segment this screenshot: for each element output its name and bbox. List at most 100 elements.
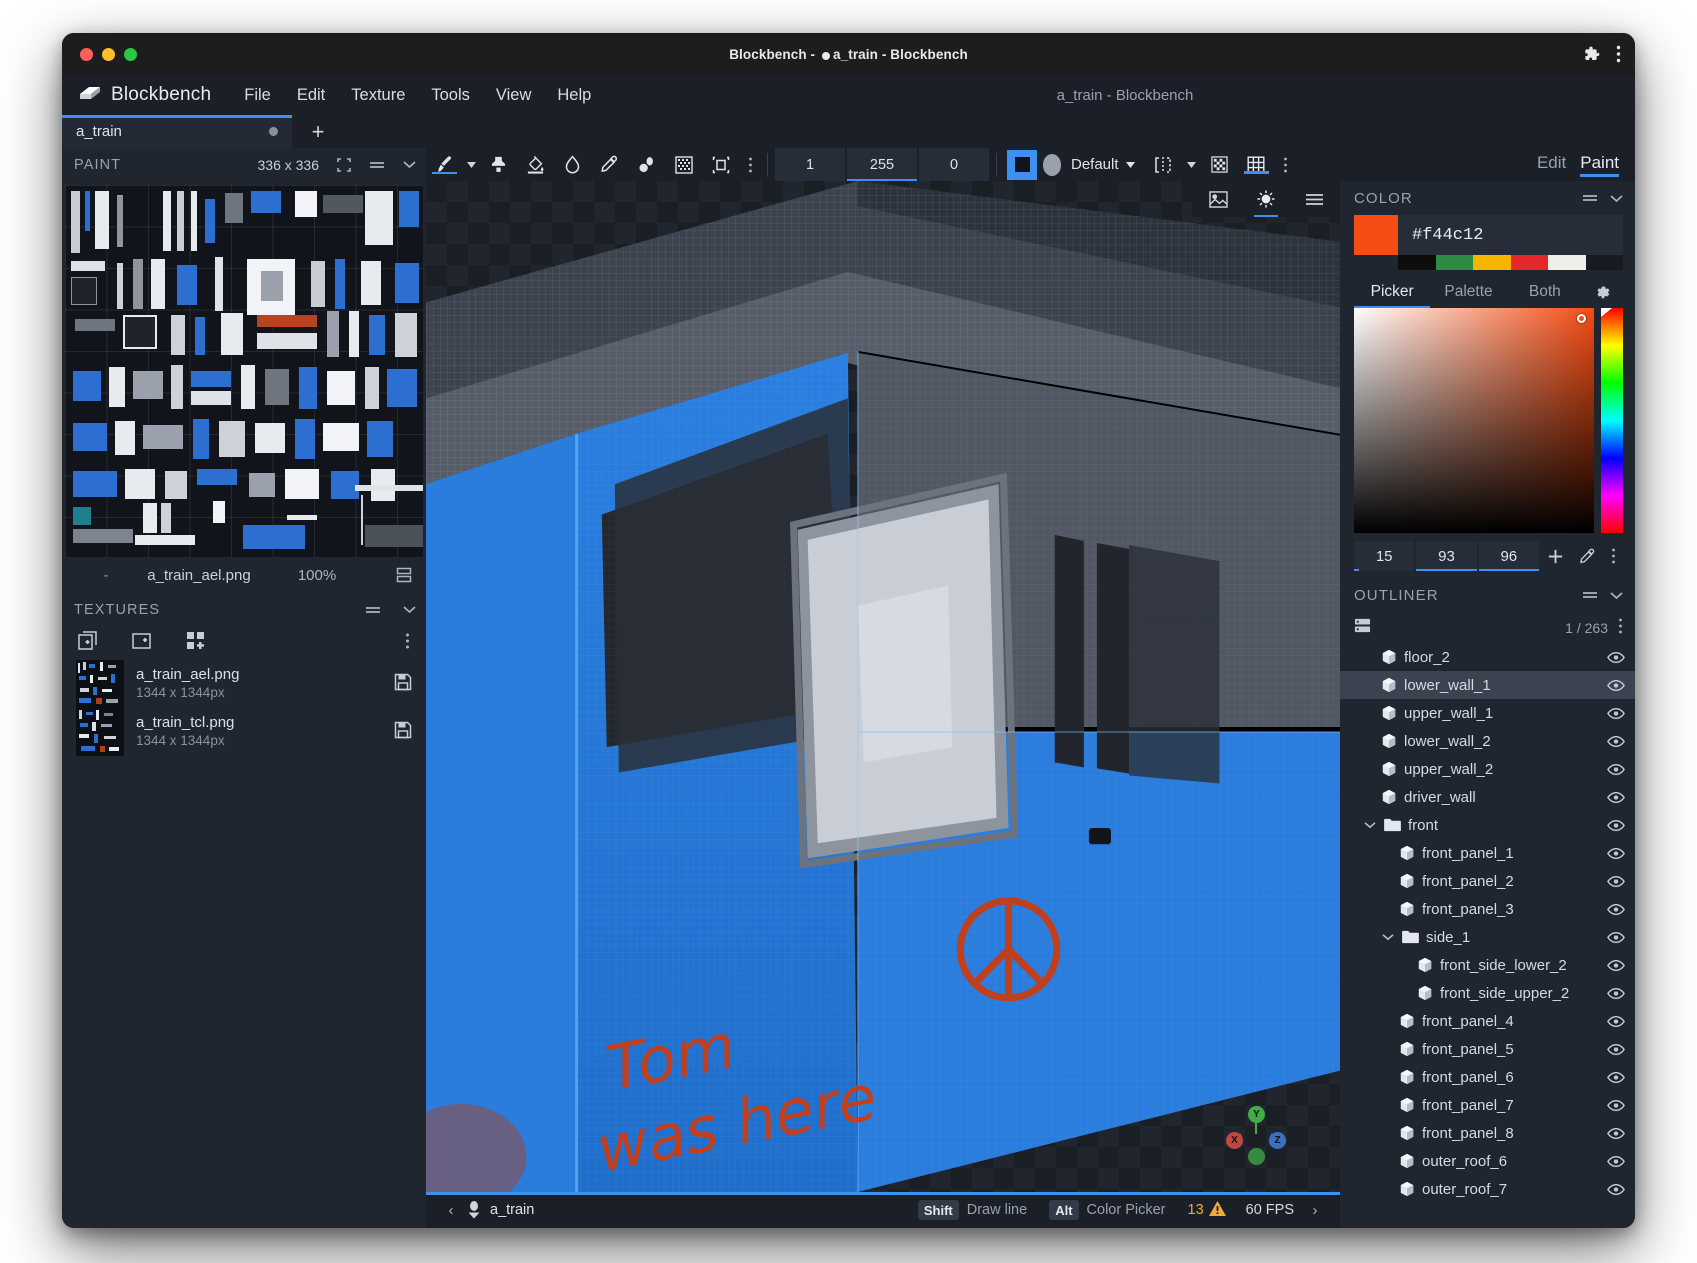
maximize-window-button[interactable] [124, 48, 137, 61]
lighting-view-icon[interactable] [1252, 181, 1280, 217]
tab-paint[interactable]: Paint [1580, 153, 1619, 177]
brush-size-field[interactable]: 1 [775, 148, 845, 181]
recent-color-swatch[interactable] [1398, 255, 1436, 270]
visibility-eye-icon[interactable] [1607, 1015, 1625, 1028]
visibility-eye-icon[interactable] [1607, 735, 1625, 748]
selection-tool-button[interactable] [702, 156, 739, 174]
value-field[interactable]: 96 [1479, 541, 1539, 571]
extensions-icon[interactable] [1584, 46, 1600, 62]
color-chevron-down-icon[interactable] [1610, 190, 1623, 207]
menu-view[interactable]: View [483, 82, 544, 109]
outliner-node[interactable]: front_panel_3 [1340, 895, 1635, 923]
warning-status[interactable]: 13 [1188, 1201, 1226, 1220]
outliner-more-icon[interactable] [1618, 618, 1623, 639]
visibility-eye-icon[interactable] [1607, 707, 1625, 720]
visibility-eye-icon[interactable] [1607, 1071, 1625, 1084]
recent-color-swatch[interactable] [1436, 255, 1474, 270]
textures-chevron-down-icon[interactable] [403, 605, 416, 614]
visibility-eye-icon[interactable] [1607, 819, 1625, 832]
new-project-tab-button[interactable]: + [292, 115, 344, 148]
visibility-eye-icon[interactable] [1607, 847, 1625, 860]
more-options-icon[interactable] [1616, 45, 1621, 63]
visibility-eye-icon[interactable] [1607, 1043, 1625, 1056]
visibility-eye-icon[interactable] [1607, 959, 1625, 972]
recent-color-swatch[interactable] [1548, 255, 1586, 270]
visibility-eye-icon[interactable] [1607, 875, 1625, 888]
visibility-eye-icon[interactable] [1607, 763, 1625, 776]
outliner-node[interactable]: front_panel_1 [1340, 839, 1635, 867]
color-panel-menu-icon[interactable] [1582, 190, 1598, 207]
brush-tool-button[interactable] [426, 155, 463, 174]
recent-color-swatch[interactable] [1511, 255, 1549, 270]
chevron-down-icon[interactable] [403, 160, 416, 169]
color-tab-palette[interactable]: Palette [1430, 276, 1506, 308]
outliner-node[interactable]: front_panel_2 [1340, 867, 1635, 895]
round-brush-shape-button[interactable] [1043, 154, 1061, 176]
close-window-button[interactable] [80, 48, 93, 61]
status-next-arrow[interactable]: › [1302, 1202, 1328, 1219]
visibility-eye-icon[interactable] [1607, 651, 1625, 664]
visibility-eye-icon[interactable] [1607, 987, 1625, 1000]
outliner-menu-icon[interactable] [1582, 587, 1598, 604]
outliner-node[interactable]: outer_roof_7 [1340, 1175, 1635, 1203]
visibility-eye-icon[interactable] [1607, 903, 1625, 916]
mirror-paint-button[interactable] [1145, 156, 1182, 174]
color-hex-input[interactable]: #f44c12 [1398, 215, 1623, 255]
menu-help[interactable]: Help [544, 82, 604, 109]
outliner-node[interactable]: front_side_lower_2 [1340, 951, 1635, 979]
color-more-icon[interactable] [1605, 548, 1623, 564]
textures-panel-menu-icon[interactable] [365, 605, 381, 615]
transparency-grid-button[interactable] [1201, 156, 1238, 173]
square-brush-shape-button[interactable] [1007, 150, 1037, 180]
color-tab-picker[interactable]: Picker [1354, 276, 1430, 308]
brush-softness-field[interactable]: 0 [919, 148, 989, 181]
add-color-icon[interactable] [1541, 548, 1571, 565]
gizmo-z-axis[interactable]: Z [1269, 1132, 1286, 1149]
hue-slider[interactable] [1601, 308, 1623, 533]
hue-field[interactable]: 15 [1354, 541, 1414, 571]
menu-edit[interactable]: Edit [284, 82, 338, 109]
visibility-eye-icon[interactable] [1607, 791, 1625, 804]
paint-bucket-tool-button[interactable] [517, 155, 554, 174]
add-group-icon[interactable] [1354, 617, 1371, 639]
textures-more-icon[interactable] [405, 633, 410, 654]
window-controls[interactable] [80, 48, 137, 61]
minimize-window-button[interactable] [102, 48, 115, 61]
copy-paste-tool-button[interactable] [480, 155, 517, 174]
brush-opacity-field[interactable]: 255 [847, 148, 917, 181]
outliner-node[interactable]: floor_2 [1340, 643, 1635, 671]
menu-tools[interactable]: Tools [418, 82, 483, 109]
outliner-node[interactable]: front_side_upper_2 [1340, 979, 1635, 1007]
visibility-eye-icon[interactable] [1607, 931, 1625, 944]
blend-mode-select[interactable]: Default [1061, 148, 1145, 181]
saturation-field[interactable]: 93 [1416, 541, 1476, 571]
outliner-node[interactable]: lower_wall_2 [1340, 727, 1635, 755]
chevron-down-icon[interactable] [1381, 933, 1395, 941]
recent-color-swatch[interactable] [1473, 255, 1511, 270]
outliner-node[interactable]: upper_wall_1 [1340, 699, 1635, 727]
view-more-icon[interactable] [1275, 157, 1297, 173]
eraser-tool-button[interactable] [628, 155, 665, 174]
color-tab-both[interactable]: Both [1507, 276, 1583, 308]
sv-cursor[interactable] [1577, 314, 1586, 323]
gizmo-x-axis[interactable]: X [1226, 1132, 1243, 1149]
texture-list-item[interactable]: a_train_tcl.png 1344 x 1344px [62, 708, 426, 756]
smudge-tool-button[interactable] [554, 155, 591, 174]
outliner-node[interactable]: driver_wall [1340, 783, 1635, 811]
outliner-node[interactable]: lower_wall_1 [1340, 671, 1635, 699]
gizmo-y-axis[interactable]: Y [1248, 1106, 1265, 1123]
visibility-eye-icon[interactable] [1607, 679, 1625, 692]
3d-viewport[interactable]: Tom was here [426, 181, 1340, 1192]
mirror-chevron-icon[interactable] [1182, 162, 1201, 168]
outliner-node[interactable]: front_panel_5 [1340, 1035, 1635, 1063]
dither-tool-button[interactable] [665, 156, 702, 174]
outliner-node[interactable]: outer_roof_6 [1340, 1147, 1635, 1175]
gizmo-y-neg-axis[interactable] [1248, 1148, 1265, 1165]
visibility-eye-icon[interactable] [1607, 1155, 1625, 1168]
axis-gizmo[interactable]: Y X Z [1226, 1106, 1286, 1166]
texture-list-item[interactable]: a_train_ael.png 1344 x 1344px [62, 660, 426, 708]
outliner-node[interactable]: front_panel_7 [1340, 1091, 1635, 1119]
outliner-node[interactable]: side_1 [1340, 923, 1635, 951]
viewport-menu-icon[interactable] [1300, 181, 1328, 217]
outliner-node[interactable]: front_panel_4 [1340, 1007, 1635, 1035]
